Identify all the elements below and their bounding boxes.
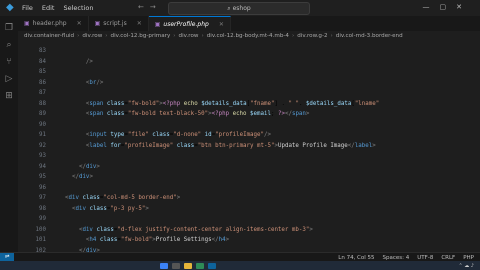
breadcrumb-item[interactable]: div.row (179, 33, 199, 39)
code-line[interactable]: 97 <div class="col-md-5 border-end"> (18, 193, 480, 203)
line-number: 83 (39, 48, 46, 54)
run-debug-icon[interactable]: ▷ (0, 74, 18, 84)
code-line[interactable]: 87 (18, 88, 480, 98)
code-line[interactable]: 95 </div> (18, 172, 480, 182)
browser-icon[interactable] (196, 262, 204, 269)
code-line[interactable]: 101 <h4 class="fw-bold">Profile Settings… (18, 235, 480, 245)
search-text: eshop (232, 5, 251, 12)
command-center-search[interactable]: ⌕ eshop (168, 2, 310, 15)
source-control-icon[interactable]: ⑂ (0, 57, 18, 67)
editor-tab[interactable]: ▣ script.js ✕ (89, 16, 149, 31)
breadcrumb-item[interactable]: div.container-fluid (24, 33, 74, 39)
breadcrumb-item[interactable]: div.row (82, 33, 102, 39)
code-line[interactable]: 91 <input type="file" class="d-none" id=… (18, 130, 480, 140)
breadcrumb-item[interactable]: div.col-12.bg-body.mt-4.mb-4 (207, 33, 289, 39)
code-line[interactable]: 93 (18, 151, 480, 161)
taskbar-search-icon[interactable] (172, 262, 180, 269)
php-file-icon: ▣ (24, 20, 30, 27)
tab-label: userProfile.php (163, 20, 209, 28)
line-number: 97 (39, 195, 46, 201)
close-icon[interactable]: ✕ (219, 21, 224, 28)
breadcrumb-item[interactable]: div.row.g-2 (297, 33, 327, 39)
chevron-right-icon: › (291, 33, 295, 39)
encoding[interactable]: UTF-8 (417, 255, 433, 261)
activity-bar: ❐ ⌕ ⑂ ▷ ⊞ (0, 16, 18, 261)
code-line[interactable]: 98 <div class="p-3 py-5"> (18, 204, 480, 214)
title-bar: ◆ File Edit Selection ←→ ⌕ eshop —▢✕ (0, 0, 480, 16)
tab-label: script.js (103, 20, 127, 27)
code-line[interactable]: 92 <label for="profileImage" class="btn … (18, 141, 480, 151)
breadcrumb-item[interactable]: div.col-md-3.border-end (336, 33, 403, 39)
line-number: 91 (39, 132, 46, 138)
editor-tab[interactable]: ▣ header.php ✕ (18, 16, 89, 31)
start-icon[interactable] (160, 262, 168, 269)
code-line[interactable]: 85 (18, 67, 480, 77)
window-controls[interactable]: —▢✕ (423, 3, 472, 11)
code-line[interactable]: 96 (18, 183, 480, 193)
line-number: 86 (39, 79, 46, 86)
indentation[interactable]: Spaces: 4 (383, 255, 410, 261)
os-taskbar: ⌃ ☁ ♪ (0, 261, 480, 270)
menu-bar: File Edit Selection (22, 4, 102, 12)
line-number: 87 (39, 90, 46, 96)
explorer-icon[interactable]: ❐ (0, 23, 18, 33)
file-explorer-icon[interactable] (184, 262, 192, 269)
vscode-logo-icon: ◆ (6, 2, 14, 13)
code-line[interactable]: 89 <span class="fw-bold text-black-50"><… (18, 109, 480, 119)
code-line[interactable]: 94 </div> (18, 162, 480, 172)
line-number: 96 (39, 184, 46, 191)
nav-arrows-icon[interactable]: ←→ (138, 3, 162, 11)
chevron-right-icon: › (330, 33, 333, 39)
code-line[interactable]: 83 (18, 46, 480, 56)
code-line[interactable]: 99 (18, 214, 480, 224)
line-number: 101 (35, 237, 46, 243)
chevron-right-icon: › (173, 33, 176, 39)
line-number: 95 (39, 174, 46, 180)
chevron-right-icon: › (201, 33, 204, 39)
chevron-right-icon: › (77, 33, 80, 39)
breadcrumb-item[interactable]: div.col-12.bg-primary (111, 33, 171, 39)
editor-tabs: ▣ header.php ✕ ▣ script.js ✕ ▣ userProfile.php ✕ (18, 16, 480, 31)
end-of-line[interactable]: CRLF (441, 255, 455, 261)
menu-item[interactable]: Selection (63, 4, 93, 12)
line-number: 98 (39, 205, 46, 212)
line-number: 89 (39, 111, 46, 117)
php-file-icon: ▣ (94, 20, 101, 27)
line-number: 85 (39, 69, 46, 75)
language-mode[interactable]: PHP (463, 255, 474, 261)
code-line[interactable]: 86 <br/> (18, 78, 480, 88)
close-icon[interactable]: ✕ (77, 20, 82, 27)
line-number: 93 (39, 153, 46, 159)
menu-item[interactable]: Edit (42, 4, 55, 12)
code-line[interactable]: 84 /> (18, 57, 480, 67)
line-number: 88 (39, 100, 46, 107)
cursor-position[interactable]: Ln 74, Col 55 (338, 255, 374, 261)
line-number: 100 (35, 226, 46, 233)
tab-label: header.php (32, 20, 67, 27)
line-number: 94 (39, 163, 46, 170)
editor-tab[interactable]: ▣ userProfile.php ✕ (148, 16, 231, 31)
code-line[interactable]: 100 <div class="d-flex justify-content-c… (18, 225, 480, 235)
line-number: 99 (39, 216, 46, 222)
menu-item[interactable]: File (22, 4, 33, 12)
code-editor[interactable]: 83 84 /> 85 86 <br/> 87 88 <span class="fw-bo… (18, 42, 480, 261)
line-number: 92 (39, 142, 46, 149)
search-view-icon[interactable]: ⌕ (0, 40, 18, 50)
code-line[interactable]: 88 <span class="fw-bold"><?php echo $det… (18, 99, 480, 109)
php-file-icon: ▣ (154, 20, 161, 28)
vscode-taskbar-icon[interactable] (208, 262, 216, 269)
line-number: 90 (39, 121, 46, 128)
breadcrumb: div.container-fluid › div.row › div.col-12.b… (18, 31, 480, 42)
line-number: 84 (39, 58, 46, 65)
system-tray[interactable]: ⌃ ☁ ♪ (458, 263, 474, 269)
code-line[interactable]: 90 (18, 120, 480, 130)
chevron-right-icon: › (105, 33, 108, 39)
extensions-icon[interactable]: ⊞ (0, 91, 18, 101)
close-icon[interactable]: ✕ (137, 20, 142, 27)
